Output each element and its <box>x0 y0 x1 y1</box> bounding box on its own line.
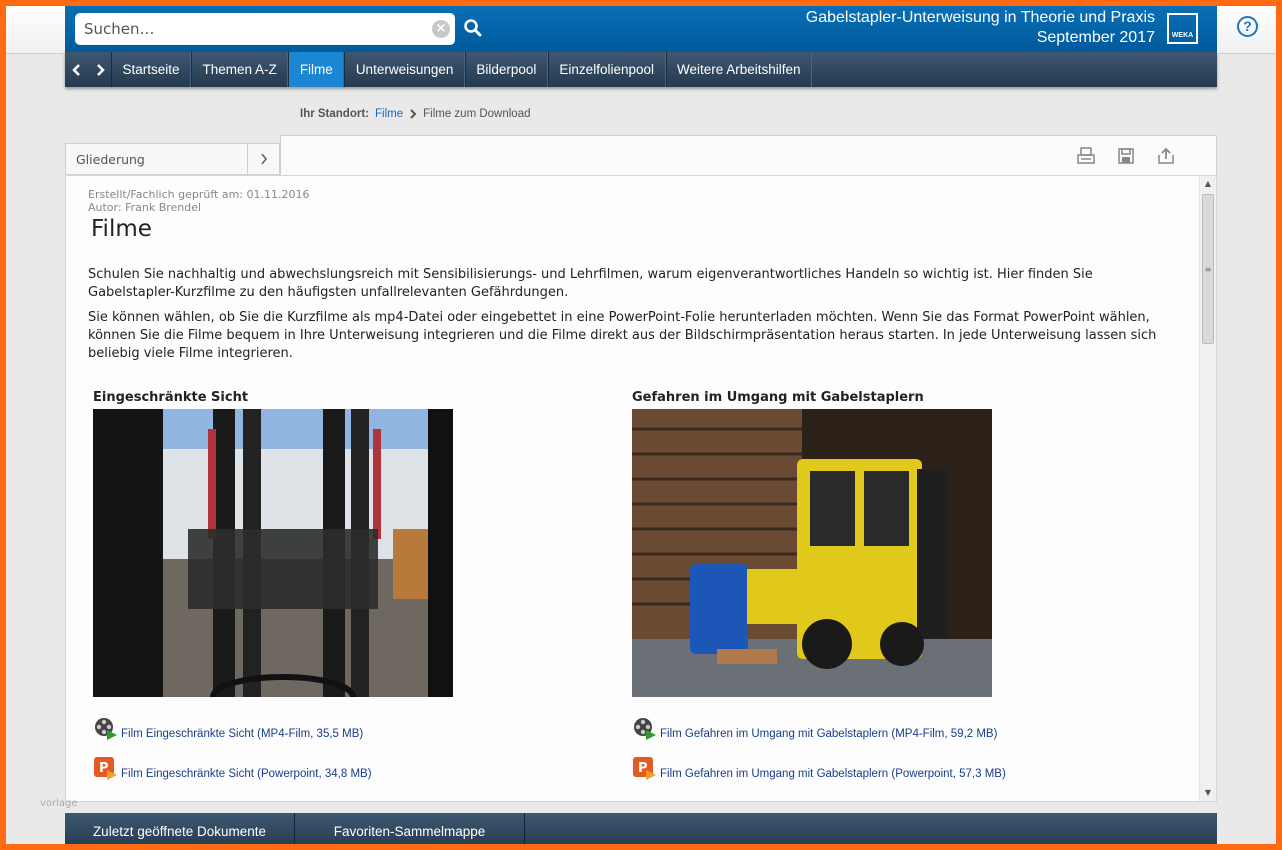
download-ppt-gefahren-gabelstapler[interactable]: P Film Gefahren im Umgang mit Gabelstapl… <box>632 756 1006 780</box>
nav-back-icon[interactable] <box>65 52 88 87</box>
export-icon[interactable] <box>1156 146 1176 166</box>
tab-recent-documents[interactable]: Zuletzt geöffnete Dokumente <box>65 813 295 844</box>
download-ppt-label[interactable]: Film Eingeschränkte Sicht (Powerpoint, 3… <box>121 768 372 780</box>
meta-author: Autor: Frank Brendel <box>88 201 202 214</box>
intro-paragraph: Schulen Sie nachhaltig und abwechslungsr… <box>88 267 1093 300</box>
page-title: Filme <box>91 216 152 242</box>
nav-item-startseite[interactable]: Startseite <box>111 52 192 87</box>
document-toolbar <box>280 135 1217 175</box>
publication-title-line2: September 2017 <box>1036 29 1155 46</box>
tab-favorites[interactable]: Favoriten-Sammelmappe <box>295 813 525 844</box>
film-heading: Gefahren im Umgang mit Gabelstaplern <box>632 390 924 405</box>
search-box: × <box>75 13 455 45</box>
download-ppt-eingeschraenkte-sicht[interactable]: P Film Eingeschränkte Sicht (Powerpoint,… <box>93 756 372 780</box>
powerpoint-icon: P <box>633 757 656 780</box>
main-nav: Startseite Themen A-Z Filme Unterweisung… <box>65 52 1217 87</box>
weka-logo: WEKA <box>1167 13 1198 44</box>
clear-search-icon[interactable]: × <box>432 20 450 38</box>
breadcrumb: Ihr Standort: Filme Filme zum Download <box>300 108 531 120</box>
content-scrollbar[interactable]: ▲ ≡ ▼ <box>1199 176 1216 801</box>
film-heading: Eingeschränkte Sicht <box>93 390 249 405</box>
film-reel-icon <box>634 718 656 740</box>
nav-item-weitere-arbeitshilfen[interactable]: Weitere Arbeitshilfen <box>665 52 813 87</box>
download-mp4-eingeschraenkte-sicht[interactable]: Film Eingeschränkte Sicht (MP4-Film, 35,… <box>93 716 363 740</box>
publication-title: Gabelstapler-Unterweisung in Theorie und… <box>806 8 1155 48</box>
help-icon[interactable]: ? <box>1237 16 1258 37</box>
search-input[interactable] <box>84 13 414 45</box>
save-icon[interactable] <box>1116 146 1136 166</box>
document-content: Erstellt/Fachlich geprüft am: 01.11.2016… <box>65 175 1217 802</box>
breadcrumb-current: Filme zum Download <box>423 108 531 120</box>
nav-item-themen-a-z[interactable]: Themen A-Z <box>191 52 289 87</box>
document-meta: Erstellt/Fachlich geprüft am: 01.11.2016… <box>88 188 309 214</box>
print-icon[interactable] <box>1076 146 1096 166</box>
breadcrumb-label: Ihr Standort: <box>300 108 369 120</box>
breadcrumb-link-filme[interactable]: Filme <box>375 108 403 120</box>
nav-forward-icon[interactable] <box>88 52 111 87</box>
breadcrumb-separator-icon <box>410 109 417 119</box>
app-window: × Gabelstapler-Unterweisung in Theorie u… <box>6 6 1276 844</box>
film-card-eingeschraenkte-sicht: Eingeschränkte Sicht <box>88 390 548 697</box>
film-thumbnail-forklift-view[interactable] <box>93 409 453 697</box>
publication-title-line1: Gabelstapler-Unterweisung in Theorie und… <box>805 9 1155 26</box>
film-thumbnail-forklift-barrel[interactable] <box>632 409 992 697</box>
chevron-right-icon[interactable] <box>247 144 279 174</box>
watermark-text: vorlage <box>40 798 78 809</box>
format-paragraph: Sie können wählen, ob Sie die Kurzfilme … <box>88 310 1157 361</box>
outline-panel-toggle[interactable]: Gliederung <box>65 143 280 175</box>
film-card-gefahren-gabelstapler: Gefahren im Umgang mit Gabelstaplern <box>627 390 1087 697</box>
nav-item-unterweisungen[interactable]: Unterweisungen <box>344 52 465 87</box>
meta-created: Erstellt/Fachlich geprüft am: 01.11.2016 <box>88 188 310 201</box>
powerpoint-icon: P <box>94 757 117 780</box>
nav-item-filme[interactable]: Filme <box>288 52 345 87</box>
scroll-up-icon[interactable]: ▲ <box>1200 176 1216 192</box>
scroll-thumb[interactable]: ≡ <box>1202 194 1214 344</box>
nav-item-einzelfolienpool[interactable]: Einzelfolienpool <box>547 52 666 87</box>
download-mp4-label[interactable]: Film Eingeschränkte Sicht (MP4-Film, 35,… <box>121 728 363 740</box>
header: × Gabelstapler-Unterweisung in Theorie u… <box>65 6 1217 52</box>
film-reel-icon <box>95 718 117 740</box>
nav-item-bilderpool[interactable]: Bilderpool <box>464 52 548 87</box>
search-icon[interactable] <box>463 18 483 38</box>
outline-label: Gliederung <box>76 152 145 167</box>
bottom-bar: Zuletzt geöffnete Dokumente Favoriten-Sa… <box>65 813 1217 844</box>
scroll-down-icon[interactable]: ▼ <box>1200 785 1216 801</box>
download-mp4-gefahren-gabelstapler[interactable]: Film Gefahren im Umgang mit Gabelstapler… <box>632 716 997 740</box>
download-mp4-label[interactable]: Film Gefahren im Umgang mit Gabelstapler… <box>660 728 997 740</box>
download-ppt-label[interactable]: Film Gefahren im Umgang mit Gabelstapler… <box>660 768 1006 780</box>
